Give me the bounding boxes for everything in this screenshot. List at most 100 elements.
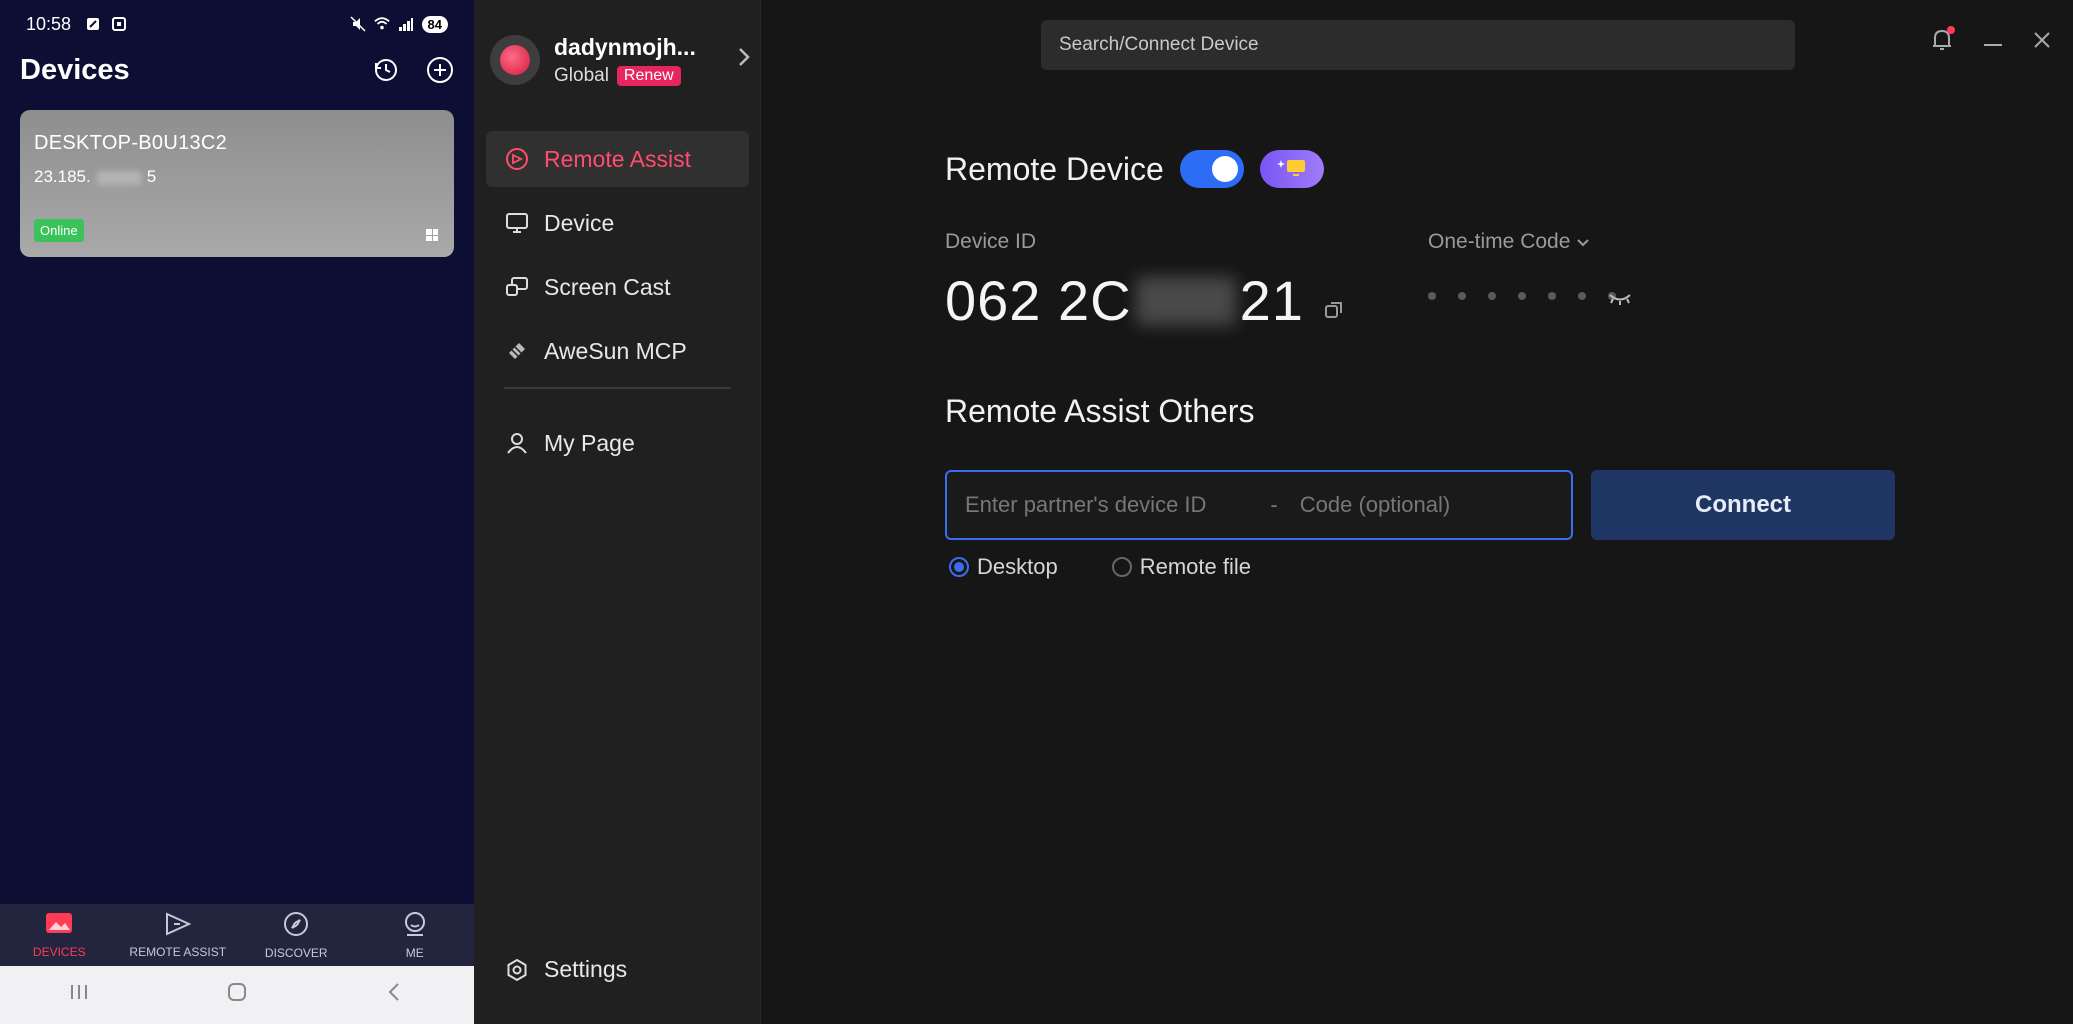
wifi-icon <box>373 16 390 32</box>
renew-badge[interactable]: Renew <box>616 65 681 86</box>
device-ip: 23.185. 5 <box>34 167 440 187</box>
radio-label: Desktop <box>977 554 1058 579</box>
device-card[interactable]: DESKTOP-B0U13C2 23.185. 5 Online <box>20 110 454 257</box>
tab-discover[interactable]: DISCOVER <box>237 904 356 966</box>
copy-icon[interactable] <box>1324 268 1344 333</box>
person-icon <box>504 430 530 456</box>
screen-cast-icon <box>504 274 530 300</box>
sidebar-item-label: Device <box>544 209 615 236</box>
back-icon[interactable] <box>384 981 406 1009</box>
windows-icon <box>426 229 438 241</box>
connection-type-radio-group: Desktop Remote file <box>945 554 1945 580</box>
avatar <box>490 35 540 85</box>
sparkle-screen-icon <box>1276 157 1307 182</box>
remote-device-title: Remote Device <box>945 150 1164 187</box>
one-time-code-label: One-time Code <box>1428 230 1571 253</box>
settings-label: Settings <box>544 956 628 982</box>
device-id-value: 062 2C 21 <box>945 268 1428 333</box>
device-name: DESKTOP-B0U13C2 <box>34 132 228 154</box>
nfc-icon <box>85 16 101 32</box>
signal-icon <box>398 16 414 32</box>
close-icon[interactable] <box>2033 31 2051 54</box>
status-bar: 10:58 84 <box>0 0 474 48</box>
sidebar-item-remote-assist[interactable]: Remote Assist <box>486 131 749 187</box>
sidebar-item-label: Remote Assist <box>544 145 691 172</box>
ai-screen-button[interactable] <box>1259 150 1324 188</box>
tab-label: DEVICES <box>32 944 86 959</box>
eye-closed-icon[interactable] <box>1608 292 1631 305</box>
search-input[interactable]: Search/Connect Device <box>1041 20 1795 70</box>
remote-device-toggle[interactable] <box>1179 150 1244 188</box>
mcp-icon <box>504 338 530 364</box>
devices-header: Devices <box>20 50 454 90</box>
screenshot-icon <box>111 16 127 32</box>
sidebar-item-label: Screen Cast <box>544 273 671 300</box>
remote-assist-others-title: Remote Assist Others <box>945 393 1255 429</box>
device-id-end: 21 <box>1239 269 1304 332</box>
device-id-label: Device ID <box>945 230 1037 253</box>
remote-assist-icon <box>164 911 192 939</box>
sidebar-item-settings[interactable]: Settings <box>504 956 627 983</box>
sidebar-item-awesun-mcp[interactable]: AweSun MCP <box>486 323 749 379</box>
device-ip-end: 5 <box>146 167 157 186</box>
profile-region: Global <box>554 64 609 86</box>
tab-label: DISCOVER <box>264 945 328 960</box>
partner-id-placeholder: Enter partner's device ID <box>965 492 1207 517</box>
minimize-icon[interactable] <box>1983 34 2003 52</box>
android-nav-bar <box>0 966 474 1024</box>
user-icon <box>402 911 428 940</box>
remote-assist-icon <box>504 146 530 172</box>
recents-icon[interactable] <box>68 982 90 1008</box>
one-time-code-dropdown[interactable]: One-time Code <box>1428 230 1911 254</box>
page-title: Devices <box>20 53 130 86</box>
sidebar-item-label: My Page <box>544 429 635 456</box>
connect-button[interactable]: Connect <box>1591 470 1895 540</box>
tab-label: REMOTE ASSIST <box>129 944 227 959</box>
add-device-icon[interactable] <box>426 56 454 84</box>
gear-icon <box>504 957 530 983</box>
chevron-right-icon[interactable] <box>738 47 750 73</box>
code-placeholder[interactable]: Code (optional) <box>1300 492 1450 518</box>
sidebar-item-screen-cast[interactable]: Screen Cast <box>486 259 749 315</box>
device-id-redaction <box>1135 276 1236 325</box>
device-id-start: 062 2C <box>945 269 1132 332</box>
tab-me[interactable]: ME <box>356 904 475 966</box>
ip-redaction <box>96 170 141 185</box>
one-time-code-hidden <box>1428 292 1911 305</box>
sidebar: dadynmojh... Global Renew Remote Assist <box>474 0 761 1024</box>
radio-unselected-icon <box>1111 557 1132 577</box>
partner-id-input[interactable]: Enter partner's device ID - Code (option… <box>945 470 1573 540</box>
battery-level: 84 <box>421 15 448 33</box>
sidebar-item-label: AweSun MCP <box>544 337 687 364</box>
notification-bell-icon[interactable] <box>1931 26 1955 57</box>
sidebar-item-device[interactable]: Device <box>486 195 749 251</box>
profile-name: dadynmojh... <box>554 33 696 60</box>
main-panel: Remote Device Device ID 062 2C 21 One-ti… <box>945 150 1945 580</box>
compass-icon <box>283 911 309 940</box>
status-badge: Online <box>34 219 84 242</box>
image-icon <box>45 912 73 939</box>
device-ip-start: 23.185. <box>34 167 91 186</box>
tab-devices[interactable]: DEVICES <box>0 904 119 966</box>
profile-card[interactable]: dadynmojh... Global Renew <box>490 30 750 90</box>
radio-selected-icon <box>949 557 969 577</box>
chevron-down-icon <box>1576 230 1590 254</box>
tab-remote-assist[interactable]: REMOTE ASSIST <box>119 904 238 966</box>
history-icon[interactable] <box>372 56 400 84</box>
window-controls <box>1931 26 2051 57</box>
phone-screen: 10:58 84 Devices DESKTOP-B0U13C2 23.185.… <box>0 0 474 1024</box>
sidebar-item-my-page[interactable]: My Page <box>486 415 749 471</box>
home-icon[interactable] <box>226 981 248 1009</box>
input-separator: - <box>1270 492 1278 517</box>
monitor-icon <box>504 210 530 236</box>
status-time: 10:58 <box>26 13 72 34</box>
tab-label: ME <box>405 945 424 960</box>
sidebar-nav: Remote Assist Device Screen Cast AweSun … <box>486 131 749 479</box>
phone-tab-bar: DEVICES REMOTE ASSIST DISCOVER ME <box>0 904 474 966</box>
radio-remote-file[interactable]: Remote file <box>1111 554 1251 580</box>
mute-icon <box>350 16 366 32</box>
radio-desktop[interactable]: Desktop <box>949 554 1058 580</box>
radio-label: Remote file <box>1139 554 1251 579</box>
nav-divider <box>504 387 731 389</box>
desktop-app-window: dadynmojh... Global Renew Remote Assist <box>474 0 2073 1024</box>
